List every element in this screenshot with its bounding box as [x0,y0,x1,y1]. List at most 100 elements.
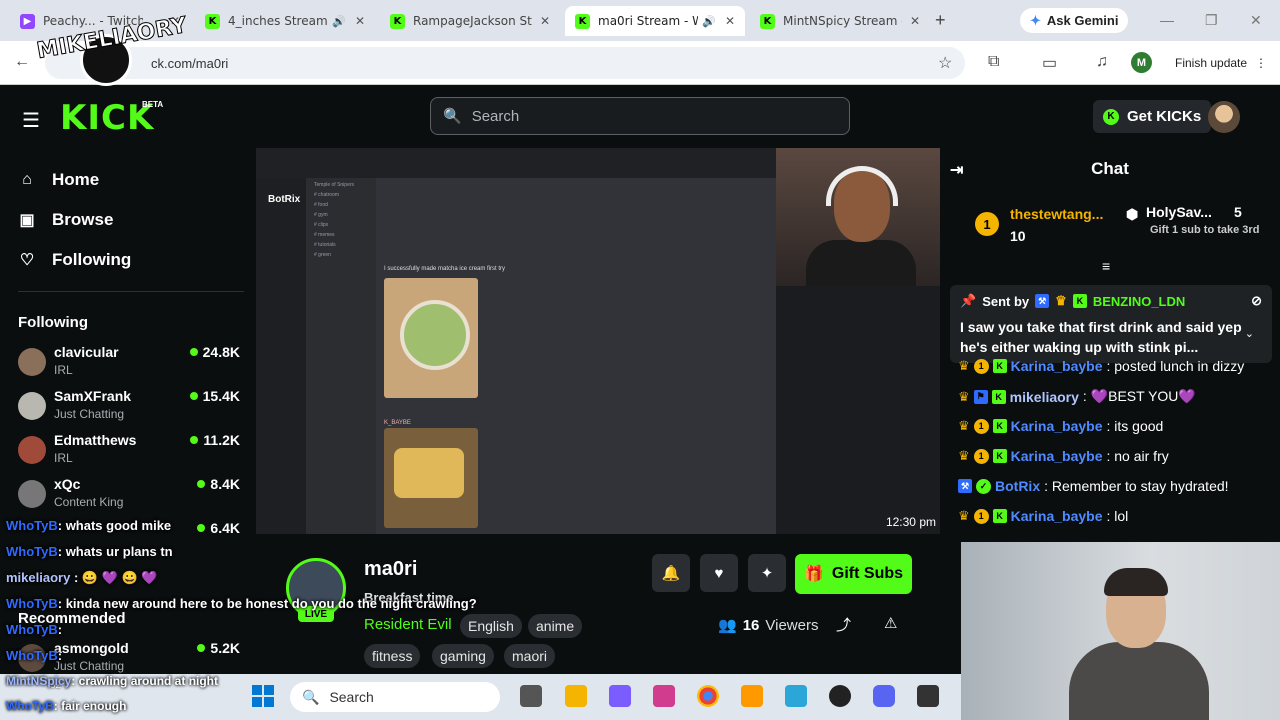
bookmark-star-icon[interactable]: ☆ [938,53,952,73]
notification-bell-button[interactable]: 🔔 [652,554,690,592]
app-icon[interactable] [653,685,675,707]
chevron-down-icon[interactable]: ⌄ [1245,327,1254,340]
close-icon[interactable]: ✕ [902,14,920,28]
chat-username[interactable]: Karina_baybe [1011,358,1103,374]
close-icon[interactable]: ✕ [347,14,365,28]
ask-gemini-button[interactable]: ✦ Ask Gemini [1020,8,1129,33]
cast-icon[interactable]: ▭ [1042,53,1057,73]
avatar [18,348,46,376]
chat-username[interactable]: Karina_baybe [1011,448,1103,464]
browser-tab-bar: ▶ Peachy... - Twitch ✕ K 4_inches Stream… [0,0,1280,41]
tab-mintnspicy[interactable]: K MintNSpicy Stream - ✕ [750,6,930,36]
finish-update-button[interactable]: Finish update ⋮ [1166,50,1276,76]
sidebar-item-home[interactable]: ⌂ Home [18,170,99,190]
chat-username[interactable]: BotRix [995,478,1040,494]
tag-anime[interactable]: anime [528,614,583,638]
share-icon[interactable]: ⤴ [836,614,851,635]
crown-icon: ♛ [958,448,970,463]
tag-english[interactable]: English [460,614,522,638]
following-item-xqc[interactable]: xQc Content King 8.4K [18,476,240,516]
kick-icon: K [390,13,405,29]
address-bar[interactable]: ck.com/ma0ri [45,47,965,79]
collapse-chat-icon[interactable]: ⇥ [950,160,963,180]
viewer-count-text: 11.2K [203,432,240,448]
chrome-icon[interactable] [697,685,719,707]
viewer-count-text: 8.4K [210,476,240,492]
more-icon[interactable]: ⋮ [1255,56,1267,70]
streamer-name[interactable]: ma0ri [364,558,417,581]
tab-ma0ri[interactable]: K ma0ri Stream - W 🔊 ✕ [565,6,745,36]
copilot-icon[interactable] [609,685,631,707]
pinned-user[interactable]: BENZINO_LDN [1093,294,1185,309]
tab-rampagejackson[interactable]: K RampageJackson Stre ✕ [380,6,560,36]
sparkle-button[interactable]: ✦ [748,554,786,592]
minimize-icon[interactable]: — [1160,12,1174,28]
tag-maori[interactable]: maori [504,644,556,668]
overlay-chat-line: MintNSpicy: crawling around at night [6,674,218,688]
kicks-coin-icon: K [1103,108,1119,125]
close-icon[interactable]: ✕ [532,14,550,28]
restore-icon[interactable]: ❐ [1205,12,1218,29]
app-icon[interactable] [917,685,939,707]
file-explorer-icon[interactable] [565,685,587,707]
channel-category: Just Chatting [54,407,125,421]
close-icon[interactable]: ✕ [717,14,735,28]
chat-username[interactable]: mikeliaory [1010,389,1079,405]
video-player[interactable]: Temple of Snipers # chatroom # food # gym # … [256,148,940,534]
stream-category[interactable]: Resident Evil [364,616,452,633]
window-close-icon[interactable]: ✕ [1250,12,1262,29]
webcam-hair [1104,568,1168,596]
tag-gaming[interactable]: gaming [432,644,494,668]
heart-icon: ♡ [19,252,35,269]
taskbar-search[interactable]: 🔍 Search [290,682,500,712]
speaker-icon[interactable]: 🔊 [332,15,346,28]
back-icon[interactable]: ← [14,53,30,71]
speaker-icon[interactable]: 🔊 [702,15,716,28]
windows-start-icon[interactable] [252,685,274,707]
tab-4-inches[interactable]: K 4_inches Stream 🔊 ✕ [195,6,375,36]
tag-fitness[interactable]: fitness [364,644,421,668]
sub-badge-icon: 1 [973,358,989,374]
follow-button[interactable]: ♥ [700,554,738,592]
discord-channel-list: Temple of Snipers # chatroom # food # gym # … [306,178,376,534]
leader-count: 5 [1234,204,1242,220]
user-avatar[interactable] [1208,101,1240,133]
leader-name: HolySav... [1146,204,1212,220]
webcam-body [1069,642,1209,720]
expand-icon[interactable]: ≡ [1102,258,1110,274]
pinned-message: 📌 Sent by ⚒ ♛ K BENZINO_LDN ⊘ I saw you … [950,285,1272,363]
kick-icon: K [205,13,220,29]
sidebar-item-browse[interactable]: ▣ Browse [18,210,113,230]
menu-icon[interactable]: ☰ [22,108,40,133]
get-kicks-button[interactable]: K Get KICKs [1093,100,1212,133]
profile-avatar[interactable]: M [1131,52,1152,73]
kick-logo[interactable]: KICK [60,98,154,138]
new-tab-button[interactable]: + [935,10,946,31]
gift-subs-button[interactable]: 🎁 Gift Subs [795,554,912,594]
media-control-icon[interactable]: ♫ [1096,53,1108,71]
channel-category: IRL [54,363,73,377]
app-icon[interactable] [741,685,763,707]
task-view-icon[interactable] [520,685,542,707]
overlay-text: : 😀 💜 😀 💜 [70,570,158,585]
following-item-samxfrank[interactable]: SamXFrank Just Chatting 15.4K [18,388,240,428]
chat-text: : 💜BEST YOU💜 [1082,388,1196,404]
sidebar-item-following[interactable]: ♡ Following [18,250,132,270]
following-item-edmatthews[interactable]: Edmatthews IRL 11.2K [18,432,240,472]
chat-username[interactable]: Karina_baybe [1011,418,1103,434]
unpin-icon[interactable]: ⊘ [1251,293,1262,309]
chat-username[interactable]: Karina_baybe [1011,508,1103,524]
chat-message: ♛ 1 K Karina_baybe: lol [958,508,1128,524]
search-input[interactable]: 🔍 Search [430,97,850,135]
gift-icon: 🎁 [803,566,824,583]
avatar [18,392,46,420]
obs-icon[interactable] [829,685,851,707]
report-icon[interactable]: ⚠ [884,614,897,632]
extensions-icon[interactable]: ⧉ [988,53,999,71]
overlay-user: mikeliaory [6,570,71,585]
following-item-clavicular[interactable]: clavicular IRL 24.8K [18,344,240,384]
screen-share-discord: Temple of Snipers # chatroom # food # gym # … [256,148,776,534]
app-icon[interactable] [785,685,807,707]
discord-icon[interactable] [873,685,895,707]
chat-text: : no air fry [1106,448,1169,464]
